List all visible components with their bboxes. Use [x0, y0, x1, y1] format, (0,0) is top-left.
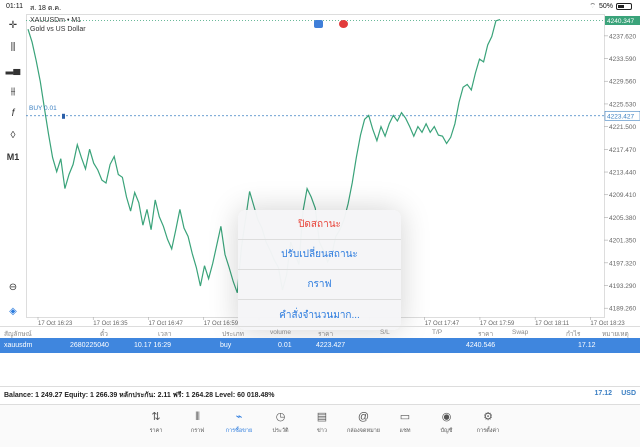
- timeframe-button[interactable]: M1: [4, 148, 22, 166]
- account-icon: ◉: [441, 411, 452, 423]
- indicators-icon[interactable]: f: [4, 104, 22, 122]
- y-tick-label: 4189.260: [609, 306, 636, 313]
- mailbox-icon: @: [357, 411, 370, 423]
- crosshair-icon[interactable]: ✛: [4, 16, 22, 34]
- current-price-label: 4240.347: [607, 18, 634, 25]
- tab-label: การซื้อขาย: [225, 428, 253, 434]
- close-position-button[interactable]: ปิดสถานะ: [238, 210, 401, 240]
- balance-text: Balance: 1 249.27 Equity: 1 266.39 หลักป…: [4, 392, 275, 399]
- tab-label: กราฟ: [190, 428, 205, 434]
- chart-toolbar: ✛ ⫼ ▂▄ ⫵ f ◊ M1 ⊖ ◈: [0, 14, 26, 324]
- bar-chart-icon[interactable]: ▂▄: [4, 60, 22, 78]
- tab-label: แชท: [399, 428, 411, 434]
- tab-mailbox[interactable]: @ กล่องจดหมาย: [344, 409, 384, 435]
- battery-icon: [616, 3, 632, 10]
- y-tick-label: 4193.290: [609, 283, 636, 290]
- buy-entry-marker: [62, 113, 65, 119]
- trade-icon[interactable]: ◈: [4, 302, 22, 320]
- row-price: 4240.546: [466, 342, 496, 349]
- candlestick-icon[interactable]: ⫼: [4, 38, 22, 56]
- y-tick-label: 4205.380: [609, 215, 636, 222]
- chat-icon: ▭: [399, 411, 411, 423]
- tab-label: บัญชี: [440, 428, 453, 434]
- quotes-icon: ⇅: [151, 411, 161, 423]
- buy-price-label: 4223.427: [607, 113, 634, 120]
- tab-label: ราคา: [149, 428, 163, 434]
- status-time: 01:11: [6, 3, 23, 10]
- account-currency: USD: [621, 390, 636, 397]
- battery-percent: 50%: [598, 3, 613, 10]
- sell-icon[interactable]: [314, 20, 323, 28]
- tab-bar: ⇅ ราคา ⫴ กราฟ ⌁ การซื้อขาย ◷ ประวัติ ▤ ข่าว @ กล่อง…: [0, 404, 640, 447]
- tab-chat[interactable]: ▭ แชท: [385, 409, 425, 435]
- settings-icon: ⚙: [483, 411, 493, 423]
- y-tick-label: 4209.410: [609, 192, 636, 199]
- tab-account[interactable]: ◉ บัญชี: [427, 409, 467, 435]
- y-tick-label: 4201.350: [609, 238, 636, 245]
- row-symbol: xauusdm: [4, 342, 33, 349]
- y-tick-label: 4237.620: [609, 33, 636, 40]
- status-date: ส. 18 ต.ค.: [30, 5, 62, 12]
- row-profit: 17.12: [578, 342, 596, 349]
- zoom-icon[interactable]: ⊖: [4, 278, 22, 296]
- y-tick-label: 4225.530: [609, 101, 636, 108]
- y-tick-label: 4221.500: [609, 124, 636, 131]
- tab-news[interactable]: ▤ ข่าว: [302, 409, 342, 435]
- history-icon: ◷: [275, 411, 286, 423]
- tab-label: การตั้งค่า: [476, 428, 500, 434]
- modify-position-button[interactable]: ปรับเปลี่ยนสถานะ: [238, 240, 401, 270]
- row-type: buy: [220, 342, 232, 349]
- tab-label: ประวัติ: [272, 428, 289, 434]
- buy-position-label: BUY 0.01: [29, 105, 57, 112]
- y-tick-label: 4197.320: [609, 260, 636, 267]
- news-icon: ▤: [316, 411, 328, 423]
- balance-bar: Balance: 1 249.27 Equity: 1 266.39 หลักป…: [0, 386, 640, 400]
- tab-quotes[interactable]: ⇅ ราคา: [136, 409, 176, 435]
- header-swap: Swap: [512, 329, 529, 336]
- trade-tab-icon: ⌁: [235, 411, 243, 423]
- row-open-price: 4223.427: [316, 342, 346, 349]
- position-action-sheet: ปิดสถานะ ปรับเปลี่ยนสถานะ กราฟ คำสั่งจำน…: [238, 210, 401, 330]
- chart-icon: ⫴: [195, 411, 200, 423]
- ohlc-icon[interactable]: ⫵: [4, 82, 22, 100]
- row-time: 10.17 16:29: [134, 342, 171, 349]
- y-tick-label: 4217.470: [609, 147, 636, 154]
- symbol-line: XAUUSDm • M1: [30, 17, 82, 24]
- row-ticket: 2680225040: [70, 342, 109, 349]
- tab-history[interactable]: ◷ ประวัติ: [261, 409, 301, 435]
- table-row[interactable]: xauusdm 2680225040 10.17 16:29 buy 0.01 …: [0, 338, 640, 353]
- symbol-description: Gold vs US Dollar: [30, 26, 86, 33]
- header-sl: S/L: [380, 329, 390, 336]
- header-volume: volume: [270, 329, 291, 336]
- wifi-icon: ⌔: [589, 3, 596, 10]
- row-volume: 0.01: [278, 342, 292, 349]
- y-tick-label: 4233.590: [609, 56, 636, 63]
- symbol-info: XAUUSDm • M1 Gold vs US Dollar: [30, 16, 86, 34]
- header-tp: T/P: [432, 329, 443, 336]
- y-tick-label: 4213.440: [609, 170, 636, 177]
- objects-icon[interactable]: ◊: [4, 126, 22, 144]
- tab-settings[interactable]: ⚙ การตั้งค่า: [468, 409, 508, 435]
- tab-label: กล่องจดหมาย: [346, 428, 381, 434]
- total-profit: 17.12: [594, 390, 612, 397]
- one-click-trading: [314, 20, 348, 28]
- status-bar: 01:11 ส. 18 ต.ค. ⌔ 50%: [0, 0, 640, 14]
- tab-chart[interactable]: ⫴ กราฟ: [178, 409, 218, 435]
- chart-button[interactable]: กราฟ: [238, 270, 401, 300]
- tab-label: ข่าว: [317, 428, 327, 434]
- tab-trade-tab[interactable]: ⌁ การซื้อขาย: [219, 409, 259, 435]
- trade-table-header: สัญลักษณ์ ตั๋ว เวลา ประเภท volume ราคา S…: [0, 326, 640, 338]
- y-tick-label: 4229.560: [609, 79, 636, 86]
- buy-icon[interactable]: [339, 20, 348, 28]
